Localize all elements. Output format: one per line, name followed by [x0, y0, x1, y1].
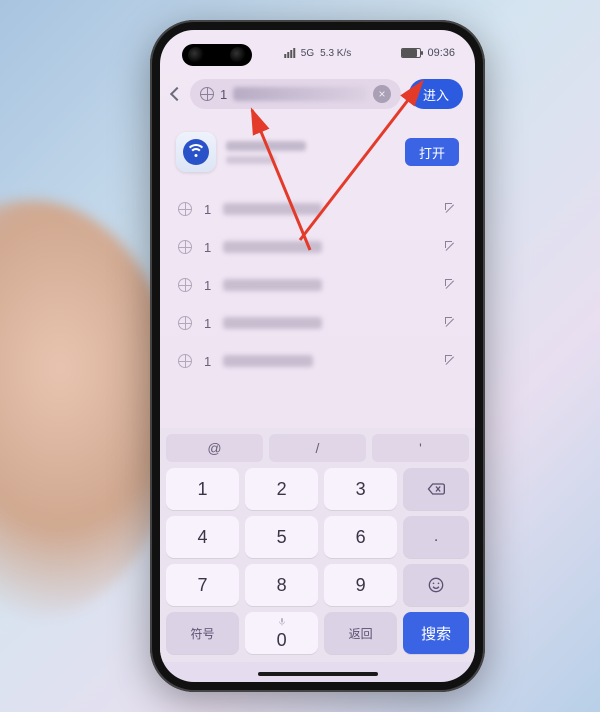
battery-icon — [401, 48, 421, 58]
net-speed: 5.3 K/s — [320, 48, 351, 59]
search-key[interactable]: 搜索 — [403, 612, 469, 654]
app-suggestion-text — [226, 141, 395, 164]
address-text: 1 — [220, 87, 227, 102]
history-prefix: 1 — [204, 240, 211, 255]
key-1[interactable]: 1 — [166, 468, 239, 510]
symbols-key[interactable]: 符号 — [166, 612, 239, 654]
globe-icon — [178, 354, 192, 368]
status-center: 5G 5.3 K/s — [284, 48, 351, 59]
status-bar: 5G 5.3 K/s 09:36 — [160, 40, 475, 66]
clear-input-button[interactable]: × — [373, 85, 391, 103]
history-item[interactable]: 1 — [160, 190, 475, 228]
globe-icon — [200, 87, 214, 101]
globe-icon — [178, 202, 192, 216]
history-prefix: 1 — [204, 278, 211, 293]
fill-arrow-icon[interactable] — [445, 241, 457, 253]
history-text-blurred — [223, 241, 322, 253]
globe-icon — [178, 316, 192, 330]
fill-arrow-icon[interactable] — [445, 317, 457, 329]
key-at[interactable]: @ — [166, 434, 263, 462]
gesture-bar — [258, 672, 378, 676]
enter-button[interactable]: 进入 — [409, 79, 463, 109]
history-text-blurred — [223, 355, 313, 367]
history-item[interactable]: 1 — [160, 342, 475, 380]
backspace-key[interactable] — [403, 468, 469, 510]
address-bar-row: 1 × 进入 — [160, 74, 475, 114]
history-prefix: 1 — [204, 316, 211, 331]
emoji-key[interactable] — [403, 564, 469, 606]
history-item[interactable]: 1 — [160, 266, 475, 304]
phone-screen: 5G 5.3 K/s 09:36 1 × 进入 打开 — [160, 30, 475, 682]
key-0[interactable]: 0 — [245, 612, 318, 654]
back-button[interactable] — [170, 87, 184, 101]
open-app-button[interactable]: 打开 — [405, 138, 459, 166]
key-4[interactable]: 4 — [166, 516, 239, 558]
history-text-blurred — [223, 203, 322, 215]
wifi-app-icon — [176, 132, 216, 172]
key-apostrophe[interactable]: ' — [372, 434, 469, 462]
history-prefix: 1 — [204, 202, 211, 217]
wifi-icon — [183, 139, 209, 165]
fill-arrow-icon[interactable] — [445, 279, 457, 291]
key-dot[interactable]: . — [403, 516, 469, 558]
address-input[interactable]: 1 × — [190, 79, 401, 109]
key-9[interactable]: 9 — [324, 564, 397, 606]
history-list: 1 1 1 1 — [160, 190, 475, 380]
globe-icon — [178, 240, 192, 254]
key-8[interactable]: 8 — [245, 564, 318, 606]
globe-icon — [178, 278, 192, 292]
clock: 09:36 — [427, 47, 455, 59]
history-text-blurred — [223, 317, 322, 329]
key-6[interactable]: 6 — [324, 516, 397, 558]
history-item[interactable]: 1 — [160, 304, 475, 342]
backspace-icon — [426, 479, 446, 499]
network-label: 5G — [301, 48, 314, 59]
return-key[interactable]: 返回 — [324, 612, 397, 654]
emoji-icon — [426, 575, 446, 595]
keyboard-suggestion-row: @ / ' — [166, 434, 469, 462]
history-text-blurred — [223, 279, 322, 291]
microphone-icon — [276, 616, 288, 628]
numeric-keyboard: @ / ' 1 2 3 4 5 6 . 7 8 9 — [160, 428, 475, 662]
history-item[interactable]: 1 — [160, 228, 475, 266]
key-slash[interactable]: / — [269, 434, 366, 462]
phone-frame: 5G 5.3 K/s 09:36 1 × 进入 打开 — [150, 20, 485, 692]
key-5[interactable]: 5 — [245, 516, 318, 558]
history-prefix: 1 — [204, 354, 211, 369]
address-text-blurred — [233, 87, 367, 101]
app-suggestion-row[interactable]: 打开 — [160, 124, 475, 180]
signal-icon — [284, 48, 295, 58]
key-7[interactable]: 7 — [166, 564, 239, 606]
fill-arrow-icon[interactable] — [445, 355, 457, 367]
key-2[interactable]: 2 — [245, 468, 318, 510]
fill-arrow-icon[interactable] — [445, 203, 457, 215]
key-3[interactable]: 3 — [324, 468, 397, 510]
